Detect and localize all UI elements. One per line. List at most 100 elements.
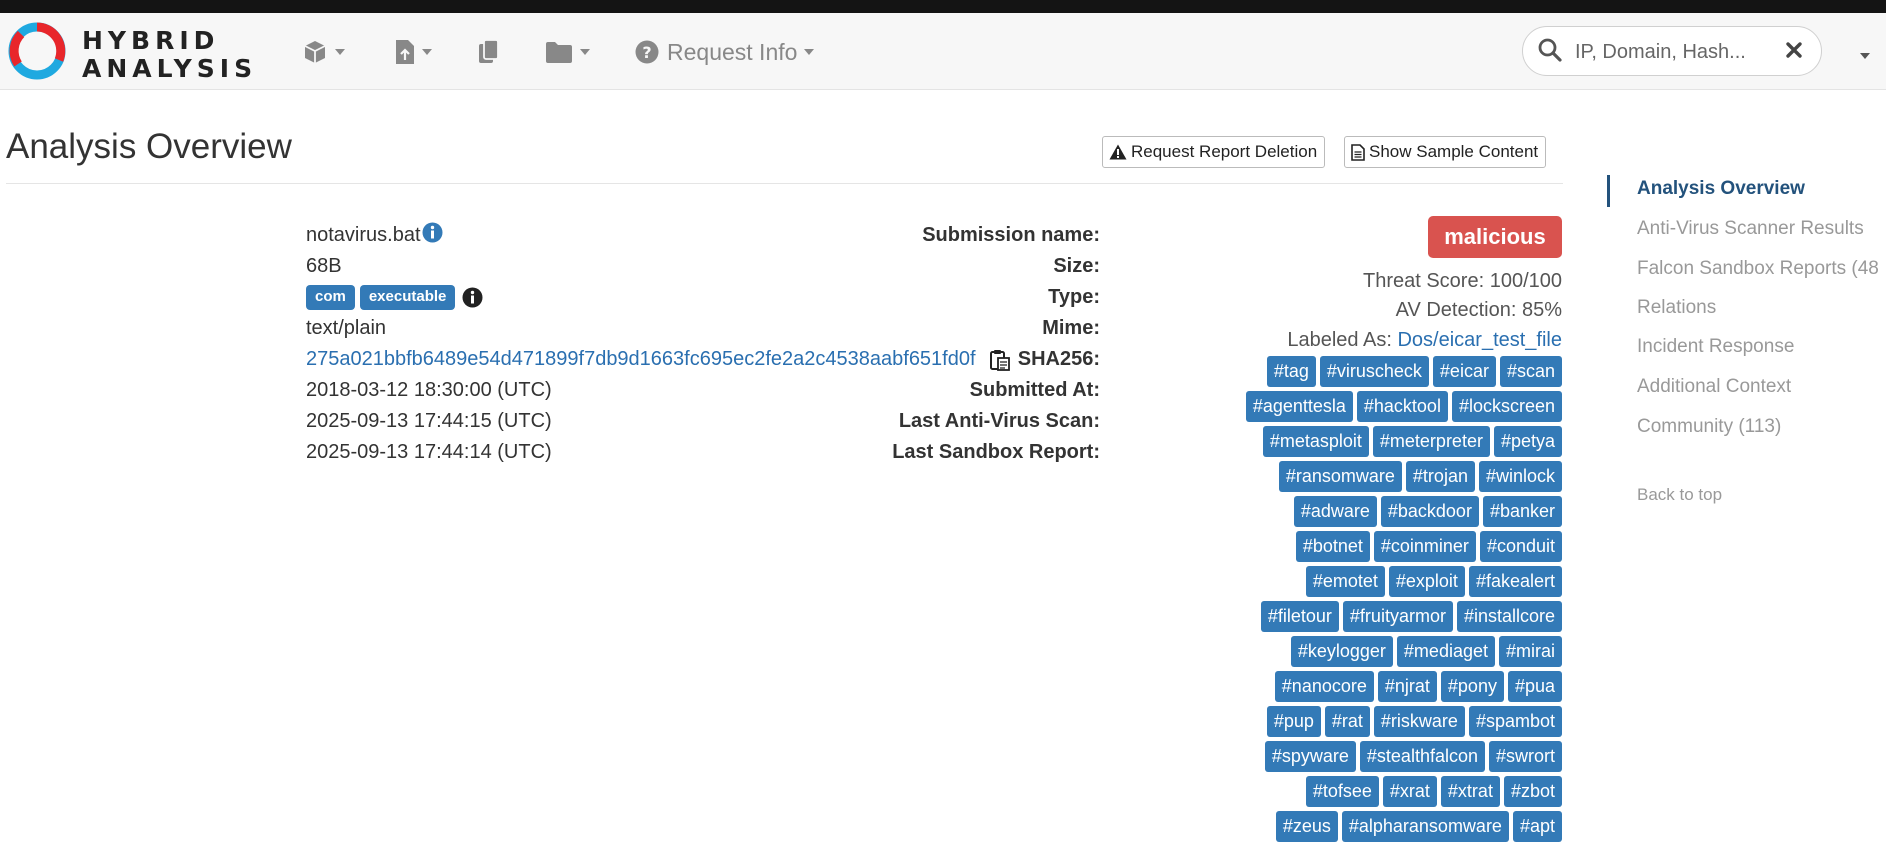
tag-link[interactable]: #riskware (1373, 706, 1465, 737)
request-report-deletion-label: Request Report Deletion (1131, 142, 1318, 161)
tag-row: #adware #backdoor #banker (1200, 496, 1562, 531)
tag-link[interactable]: #mediaget (1396, 636, 1495, 667)
file-text-icon (1351, 143, 1365, 161)
clipboard-copy-icon[interactable] (989, 349, 1010, 371)
warning-icon (1109, 144, 1127, 160)
tag-link[interactable]: #eicar (1432, 356, 1496, 387)
tag-link[interactable]: #ransomware (1278, 461, 1402, 492)
tag-link[interactable]: #banker (1482, 496, 1562, 527)
tag-link[interactable]: #keylogger (1290, 636, 1393, 667)
av-detection: AV Detection: 85% (1395, 299, 1562, 321)
cube-menu-button[interactable] (302, 35, 345, 69)
submit-file-menu-button[interactable] (395, 35, 432, 69)
tag-row: #metasploit #meterpreter #petya (1200, 426, 1562, 461)
mime-value: text/plain (306, 317, 387, 339)
tag-link[interactable]: #lockscreen (1451, 391, 1562, 422)
tag-link[interactable]: #agenttesla (1245, 391, 1353, 422)
search-input[interactable] (1573, 37, 1777, 67)
tag-link[interactable]: #coinminer (1373, 531, 1476, 562)
tag-link[interactable]: #zeus (1275, 811, 1338, 842)
back-to-top-link[interactable]: Back to top (1637, 485, 1722, 505)
tag-link[interactable]: #nanocore (1274, 671, 1374, 702)
tag-link[interactable]: #apt (1512, 811, 1562, 842)
sidenav-additional-context[interactable]: Additional Context (1637, 376, 1791, 398)
tag-link[interactable]: #spyware (1264, 741, 1356, 772)
tag-list: #tag #viruscheck #eicar #scan #agenttesla #ha… (1200, 356, 1562, 846)
search-icon[interactable] (1537, 37, 1563, 63)
tag-link[interactable]: #rat (1324, 706, 1370, 737)
request-info-label: Request Info (667, 38, 798, 65)
tag-link[interactable]: #petya (1493, 426, 1562, 457)
tag-link[interactable]: #filetour (1260, 601, 1339, 632)
cube-icon (304, 41, 326, 63)
tag-link[interactable]: #emotet (1305, 566, 1385, 597)
collections-menu-button[interactable] (545, 35, 590, 69)
window-top-strip (0, 0, 1886, 13)
sidenav-falcon-sandbox-reports[interactable]: Falcon Sandbox Reports (48 (1637, 258, 1879, 280)
tag-link[interactable]: #botnet (1295, 531, 1370, 562)
hybrid-analysis-logo-icon[interactable] (6, 20, 68, 82)
verdict-badge: malicious (1428, 216, 1562, 258)
submission-name-label: Submission name: (922, 224, 1100, 246)
tag-link[interactable]: #installcore (1456, 601, 1562, 632)
tag-link[interactable]: #tofsee (1305, 776, 1379, 807)
chevron-down-icon (422, 49, 432, 55)
request-info-menu[interactable]: ? Request Info (635, 35, 815, 69)
close-icon[interactable] (1785, 41, 1803, 59)
submitted-at-value: 2018-03-12 18:30:00 (UTC) (306, 379, 552, 401)
labeled-as-link[interactable]: Dos/eicar_test_file (1397, 329, 1562, 351)
sidenav-relations[interactable]: Relations (1637, 297, 1716, 319)
tag-link[interactable]: #mirai (1498, 636, 1562, 667)
sidenav-incident-response[interactable]: Incident Response (1637, 336, 1794, 358)
tag-link[interactable]: #alpharansomware (1341, 811, 1509, 842)
tag-link[interactable]: #fruityarmor (1342, 601, 1453, 632)
info-circle-icon[interactable] (462, 287, 483, 308)
type-badges: com executable (306, 285, 483, 310)
svg-text:?: ? (642, 43, 651, 62)
tag-link[interactable]: #scan (1499, 356, 1562, 387)
tag-link[interactable]: #viruscheck (1319, 356, 1429, 387)
tag-link[interactable]: #stealthfalcon (1359, 741, 1485, 772)
tag-link[interactable]: #zbot (1503, 776, 1562, 807)
tag-link[interactable]: #conduit (1479, 531, 1562, 562)
tag-row: #pup #rat #riskware #spambot (1200, 706, 1562, 741)
mime-label: Mime: (1042, 317, 1100, 339)
labeled-as: Labeled As: Dos/eicar_test_file (1287, 329, 1562, 352)
compare-button[interactable] (478, 35, 500, 69)
sidenav-av-scanner-results[interactable]: Anti-Virus Scanner Results (1637, 218, 1864, 240)
sha256-value-wrap: 275a021bbfb6489e54d471899f7db9d1663fc695… (306, 348, 1010, 371)
user-menu-chevron-down-icon[interactable] (1860, 53, 1870, 59)
info-circle-icon[interactable] (422, 222, 443, 243)
tag-link[interactable]: #metasploit (1262, 426, 1369, 457)
tag-row: #spyware #stealthfalcon #swrort (1200, 741, 1562, 776)
tag-link[interactable]: #xrat (1382, 776, 1437, 807)
tag-link[interactable]: #hacktool (1356, 391, 1448, 422)
tag-link[interactable]: #spambot (1468, 706, 1562, 737)
labeled-as-label: Labeled As: (1287, 329, 1392, 351)
tag-link[interactable]: #trojan (1405, 461, 1475, 492)
brand-line-1[interactable]: HYBRID (82, 27, 219, 55)
tag-link[interactable]: #tag (1266, 356, 1316, 387)
tag-link[interactable]: #xtrat (1440, 776, 1500, 807)
tag-link[interactable]: #pua (1507, 671, 1562, 702)
tag-link[interactable]: #backdoor (1380, 496, 1479, 527)
tag-link[interactable]: #winlock (1478, 461, 1562, 492)
tag-row: #agenttesla #hacktool #lockscreen (1200, 391, 1562, 426)
folder-icon (546, 42, 572, 63)
type-label: Type: (1048, 286, 1100, 308)
show-sample-content-button[interactable]: Show Sample Content (1344, 136, 1547, 168)
tag-link[interactable]: #meterpreter (1372, 426, 1490, 457)
sidenav-analysis-overview[interactable]: Analysis Overview (1637, 178, 1805, 200)
tag-link[interactable]: #pony (1440, 671, 1504, 702)
sidenav-community[interactable]: Community (113) (1637, 416, 1781, 438)
sha256-link[interactable]: 275a021bbfb6489e54d471899f7db9d1663fc695… (306, 348, 976, 371)
tag-link[interactable]: #pup (1266, 706, 1321, 737)
tag-link[interactable]: #fakealert (1468, 566, 1562, 597)
tag-link[interactable]: #exploit (1388, 566, 1465, 597)
tag-row: #ransomware #trojan #winlock (1200, 461, 1562, 496)
tag-link[interactable]: #swrort (1488, 741, 1562, 772)
tag-link[interactable]: #adware (1293, 496, 1377, 527)
tag-link[interactable]: #njrat (1377, 671, 1437, 702)
brand-line-2[interactable]: ANALYSIS (82, 55, 257, 83)
request-report-deletion-button[interactable]: Request Report Deletion (1102, 136, 1326, 168)
